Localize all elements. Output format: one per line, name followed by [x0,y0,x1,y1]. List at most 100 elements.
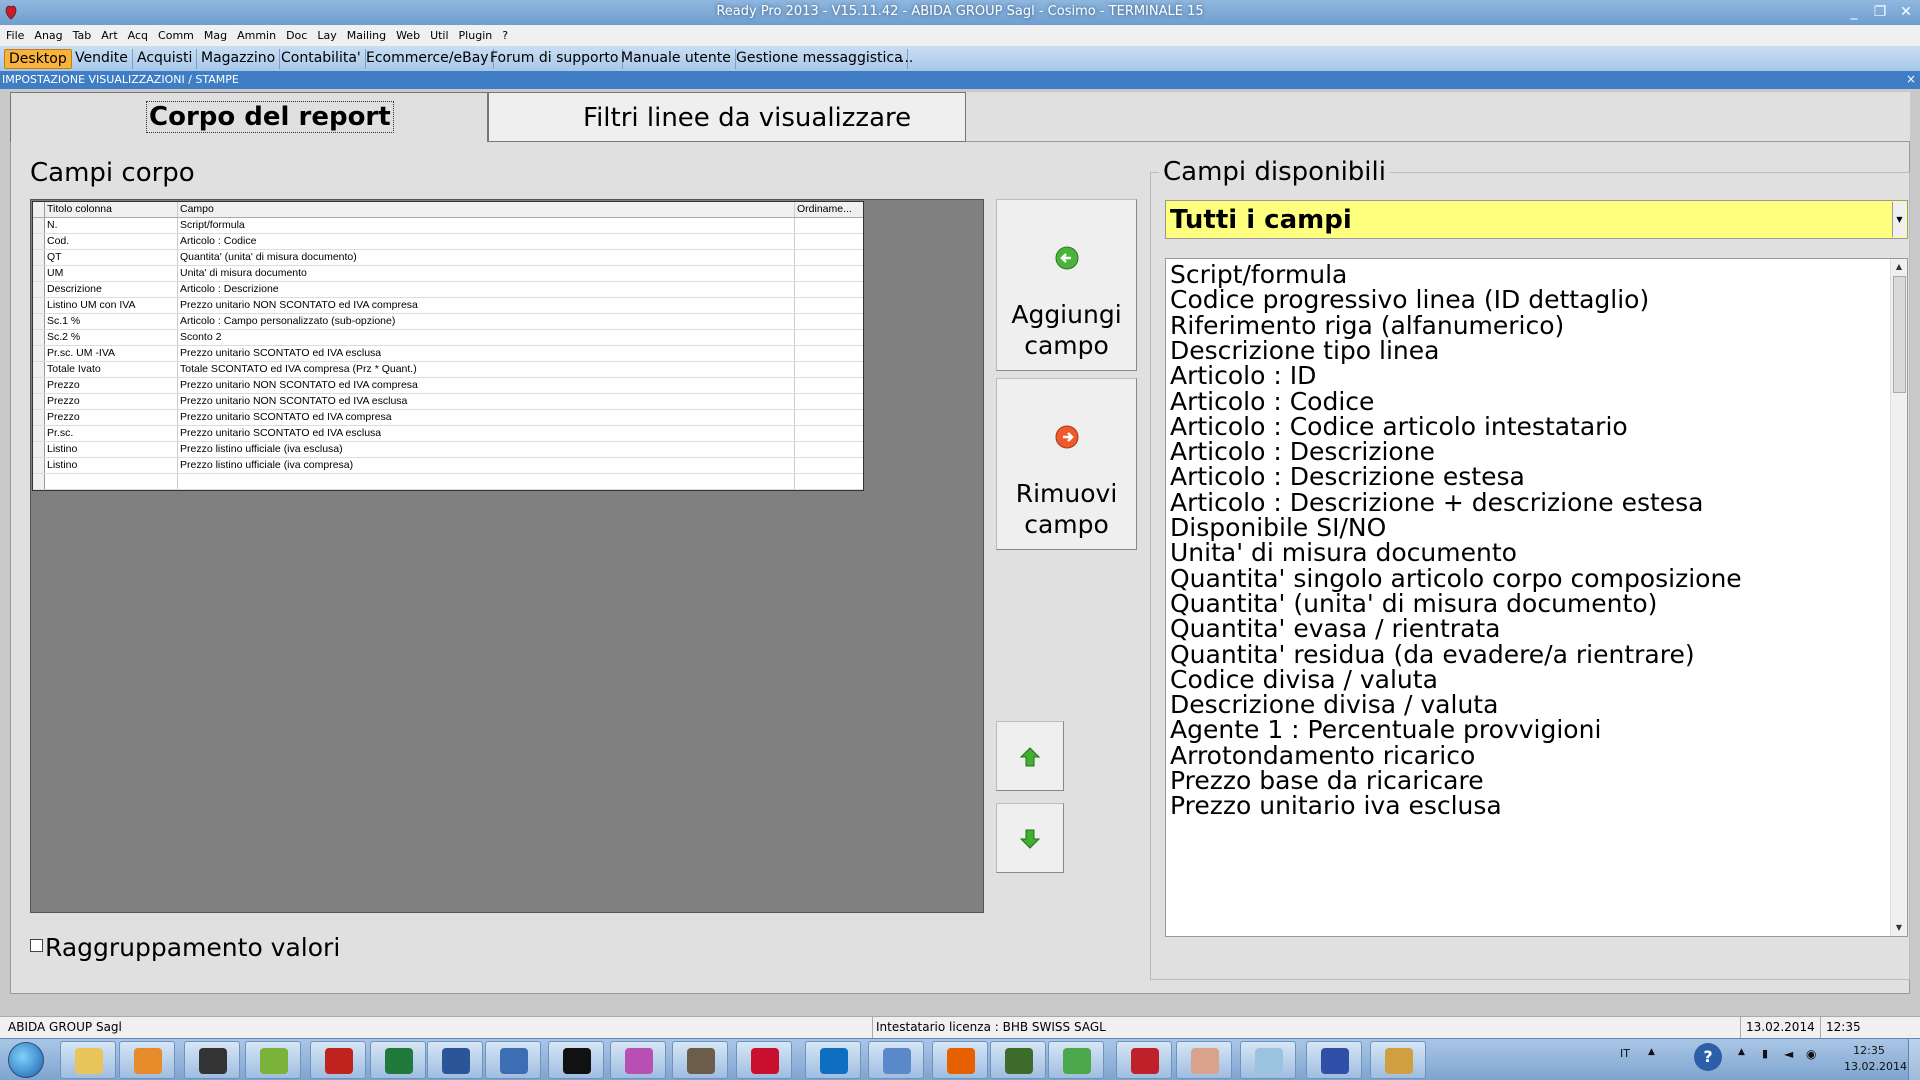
column-header-titolo[interactable]: Titolo colonna [45,202,178,217]
list-scrollbar[interactable]: ▲ ▼ [1890,259,1907,936]
taskbar-app-button[interactable] [610,1041,666,1079]
cell-titolo[interactable]: QT [45,250,178,265]
cell-titolo[interactable] [45,474,178,489]
checkbox-box[interactable] [30,939,43,952]
cell-titolo[interactable]: Pr.sc. UM -IVA [45,346,178,361]
tray-network-icon[interactable]: ◉ [1806,1047,1816,1061]
menu-tab[interactable]: Tab [68,25,97,46]
table-row[interactable]: Listino Prezzo listino ufficiale (iva esc… [33,442,863,458]
cell-campo[interactable]: Script/formula [178,218,795,233]
table-row[interactable]: Sc.1 % Articolo : Campo personalizzato (s… [33,314,863,330]
cell-campo[interactable]: Prezzo unitario SCONTATO ed IVA esclusa [178,346,795,361]
cell-ordinamento[interactable] [795,410,863,425]
cell-titolo[interactable]: N. [45,218,178,233]
row-selector[interactable] [33,458,45,473]
scroll-down-icon[interactable]: ▼ [1891,920,1907,936]
cell-ordinamento[interactable] [795,298,863,313]
table-row[interactable]: Prezzo Prezzo unitario NON SCONTATO ed IV… [33,394,863,410]
cell-ordinamento[interactable] [795,250,863,265]
tray-flag-icon[interactable]: ▲ [1738,1047,1745,1057]
taskbar-app-button[interactable] [427,1041,483,1079]
taskbar-clock[interactable]: 12:35 13.02.2014 [1844,1043,1907,1075]
taskbar-app-button[interactable] [1306,1041,1362,1079]
tray-language[interactable]: IT [1620,1047,1630,1060]
menu-acq[interactable]: Acq [123,25,153,46]
menu-doc[interactable]: Doc [281,25,312,46]
table-row[interactable]: Pr.sc. UM -IVA Prezzo unitario SCONTATO e… [33,346,863,362]
taskbar-app-button[interactable] [1370,1041,1426,1079]
cell-campo[interactable]: Prezzo listino ufficiale (iva compresa) [178,458,795,473]
campi-disponibili-list[interactable]: Script/formula Codice progressivo linea (… [1165,258,1908,937]
tab-corpo-del-report[interactable]: Corpo del report [10,92,488,142]
table-row[interactable]: Sc.2 % Sconto 2 [33,330,863,346]
row-selector[interactable] [33,266,45,281]
taskbar-app-button[interactable] [310,1041,366,1079]
menu-help[interactable]: ? [497,25,513,46]
taskbar-app-button[interactable] [184,1041,240,1079]
row-selector[interactable] [33,250,45,265]
taskbar-app-button[interactable] [1176,1041,1232,1079]
cell-ordinamento[interactable] [795,282,863,297]
cell-titolo[interactable]: Totale Ivato [45,362,178,377]
cell-campo[interactable]: Prezzo listino ufficiale (iva esclusa) [178,442,795,457]
taskbar-app-button[interactable] [736,1041,792,1079]
campi-filter-dropdown[interactable]: Tutti i campi ▼ [1165,200,1908,239]
table-row[interactable]: Totale Ivato Totale SCONTATO ed IVA compr… [33,362,863,378]
row-selector[interactable] [33,426,45,441]
table-row[interactable]: UM Unita' di misura documento [33,266,863,282]
cell-titolo[interactable]: Listino UM con IVA [45,298,178,313]
cell-campo[interactable]: Prezzo unitario NON SCONTATO ed IVA escl… [178,394,795,409]
table-row[interactable]: Cod. Articolo : Codice [33,234,863,250]
taskbar-app-button[interactable] [932,1041,988,1079]
row-selector[interactable] [33,378,45,393]
cell-campo[interactable]: Articolo : Codice [178,234,795,249]
cell-ordinamento[interactable] [795,234,863,249]
menu-lay[interactable]: Lay [312,25,341,46]
tab-messaggistica[interactable]: Gestione messaggistica [732,49,908,69]
tray-volume-icon[interactable]: ◄ [1784,1047,1793,1061]
help-icon[interactable]: ? [1694,1043,1722,1071]
tray-expand-icon[interactable]: ▲ [1648,1047,1655,1057]
cell-campo[interactable]: Prezzo unitario NON SCONTATO ed IVA comp… [178,378,795,393]
taskbar-app-button[interactable] [672,1041,728,1079]
tab-acquisti[interactable]: Acquisti [133,49,198,69]
menu-file[interactable]: File [0,25,29,46]
table-row[interactable]: N. Script/formula [33,218,863,234]
tab-magazzino[interactable]: Magazzino [197,49,281,69]
cell-titolo[interactable]: Listino [45,458,178,473]
table-row[interactable]: Listino Prezzo listino ufficiale (iva com… [33,458,863,474]
list-item[interactable]: Prezzo unitario iva esclusa [1170,791,1502,820]
cell-ordinamento[interactable] [795,426,863,441]
cell-titolo[interactable]: UM [45,266,178,281]
tab-filtri-linee[interactable]: Filtri linee da visualizzare [488,92,966,142]
column-header-campo[interactable]: Campo [178,202,795,217]
taskbar-app-button[interactable] [119,1041,175,1079]
section-close-icon[interactable]: × [1906,72,1916,86]
minimize-button[interactable]: _ [1842,2,1866,22]
tab-ecommerce[interactable]: Ecommerce/eBay [362,49,494,69]
taskbar-app-button[interactable] [548,1041,604,1079]
rimuovi-campo-button[interactable]: Rimuovi campo [996,378,1137,550]
menu-art[interactable]: Art [96,25,122,46]
close-window-button[interactable]: ✕ [1894,2,1918,22]
cell-titolo[interactable]: Descrizione [45,282,178,297]
row-selector[interactable] [33,282,45,297]
taskbar-app-button[interactable] [370,1041,426,1079]
cell-titolo[interactable]: Pr.sc. [45,426,178,441]
table-row[interactable]: Prezzo Prezzo unitario NON SCONTATO ed IV… [33,378,863,394]
column-header-ordinamento[interactable]: Ordiname... [795,202,863,217]
menu-mag[interactable]: Mag [199,25,232,46]
cell-campo[interactable]: Articolo : Descrizione [178,282,795,297]
row-selector[interactable] [33,218,45,233]
row-selector[interactable] [33,346,45,361]
taskbar-app-button[interactable] [1048,1041,1104,1079]
cell-campo[interactable]: Prezzo unitario SCONTATO ed IVA esclusa [178,426,795,441]
taskbar-app-button[interactable] [990,1041,1046,1079]
table-row[interactable]: Prezzo Prezzo unitario SCONTATO ed IVA co… [33,410,863,426]
cell-campo[interactable]: Prezzo unitario NON SCONTATO ed IVA comp… [178,298,795,313]
tab-desktop[interactable]: Desktop [4,49,72,69]
table-row[interactable]: Listino UM con IVA Prezzo unitario NON SC… [33,298,863,314]
cell-ordinamento[interactable] [795,314,863,329]
start-button-icon[interactable] [8,1042,44,1078]
cell-titolo[interactable]: Prezzo [45,378,178,393]
